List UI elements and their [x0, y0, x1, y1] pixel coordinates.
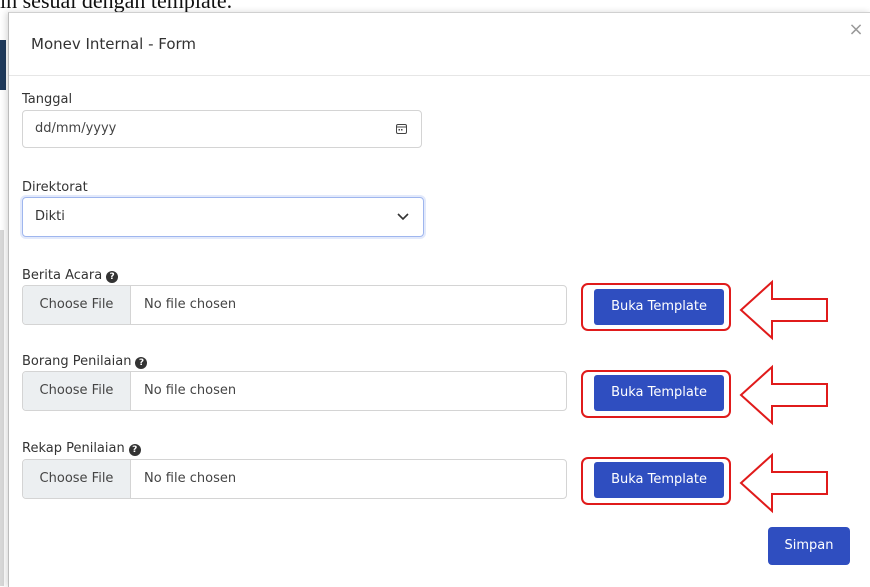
berita-acara-label-text: Berita Acara — [22, 268, 103, 283]
direktorat-select[interactable]: Dikti — [22, 197, 424, 237]
rekap-penilaian-file-input[interactable]: Choose File No file chosen — [22, 459, 567, 499]
question-circle-icon[interactable]: ? — [135, 357, 148, 369]
berita-acara-file-input[interactable]: Choose File No file chosen — [22, 285, 567, 325]
arrow-left-icon — [739, 452, 828, 514]
borang-penilaian-label: Borang Penilaian? — [22, 354, 148, 369]
rekap-penilaian-label: Rekap Penilaian? — [22, 441, 141, 456]
berita-acara-label: Berita Acara? — [22, 268, 119, 283]
background-edge — [0, 230, 4, 586]
borang-penilaian-choose-file-button[interactable]: Choose File — [23, 372, 131, 410]
arrow-left-icon — [739, 279, 828, 341]
calendar-icon[interactable] — [396, 123, 407, 134]
tanggal-input[interactable]: dd/mm/yyyy — [22, 110, 422, 148]
berita-acara-choose-file-button[interactable]: Choose File — [23, 286, 131, 324]
highlight-box — [581, 283, 731, 331]
question-circle-icon[interactable]: ? — [128, 444, 141, 456]
direktorat-selected-value: Dikti — [35, 209, 65, 224]
simpan-button[interactable]: Simpan — [768, 527, 850, 565]
highlight-box — [581, 370, 731, 418]
rekap-penilaian-file-status: No file chosen — [144, 471, 237, 486]
modal-title: Monev Internal - Form — [31, 35, 197, 53]
direktorat-label: Direktorat — [22, 180, 88, 195]
berita-acara-file-status: No file chosen — [144, 297, 237, 312]
background-strip — [0, 40, 6, 90]
arrow-left-icon — [739, 364, 828, 426]
borang-penilaian-label-text: Borang Penilaian — [22, 354, 132, 369]
tanggal-label: Tanggal — [22, 92, 73, 107]
modal-header: Monev Internal - Form × — [9, 13, 870, 76]
borang-penilaian-file-status: No file chosen — [144, 383, 237, 398]
chevron-down-icon — [397, 213, 409, 221]
close-icon[interactable]: × — [847, 21, 865, 39]
rekap-penilaian-choose-file-button[interactable]: Choose File — [23, 460, 131, 498]
rekap-penilaian-label-text: Rekap Penilaian — [22, 441, 125, 456]
question-circle-icon[interactable]: ? — [106, 271, 119, 283]
borang-penilaian-file-input[interactable]: Choose File No file chosen — [22, 371, 567, 411]
highlight-box — [581, 457, 731, 505]
tanggal-placeholder: dd/mm/yyyy — [35, 121, 117, 136]
